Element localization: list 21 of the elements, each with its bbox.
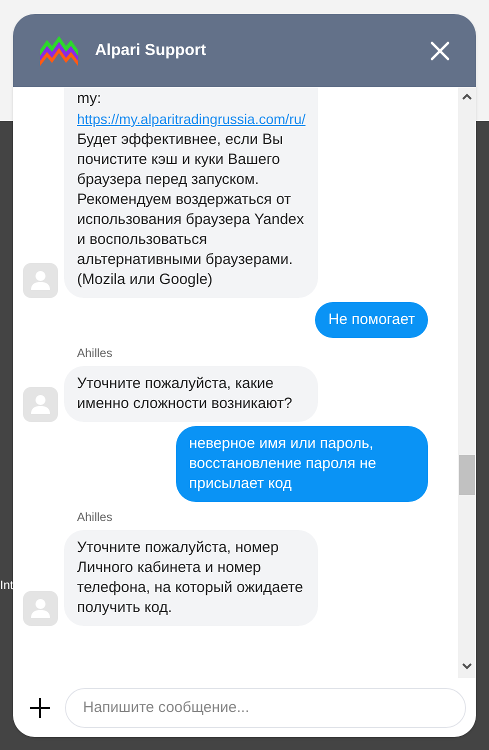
scroll-down-icon[interactable] <box>462 663 472 670</box>
scrollbar-thumb[interactable] <box>459 455 475 495</box>
avatar-icon <box>23 387 58 422</box>
message-text: Уточните пожалуйста, какие именно сложности возникают? <box>77 374 294 414</box>
scrollbar[interactable] <box>458 87 476 678</box>
author-name: Ahilles <box>77 345 114 362</box>
message-text: Не помогает <box>328 310 415 330</box>
message-input-field[interactable]: Напишите сообщение... <box>65 688 466 728</box>
chat-title: Alpari Support <box>95 40 206 60</box>
background-text: Int <box>0 577 14 594</box>
avatar-icon <box>23 263 58 298</box>
message-text: Уточните пожалуйста, номер Личного кабинета и номер телефона, на который ожидаете получить код. <box>77 538 304 618</box>
add-icon[interactable] <box>29 696 51 718</box>
close-button[interactable] <box>428 38 452 62</box>
author-name: Ahilles <box>77 509 114 526</box>
scroll-up-icon[interactable] <box>462 93 472 100</box>
message-text: неверное имя или пароль, восстановление пароля не присылает код <box>189 434 378 494</box>
logo-icon <box>40 36 78 66</box>
message-text: my: https://my.alparitradingrussia.com/ru/ Будет эффективнее, если Вы почистите кэш и куки Вашего браузера перед запуском. Рекомендуем воздержаться от использования браузера Yandex и воспользоваться альтернативными браузерами. (Mozila или Google) <box>77 89 305 290</box>
link[interactable]: https://my.alparitradingrussia.com/ru/ <box>77 111 306 127</box>
avatar-icon <box>23 591 58 626</box>
